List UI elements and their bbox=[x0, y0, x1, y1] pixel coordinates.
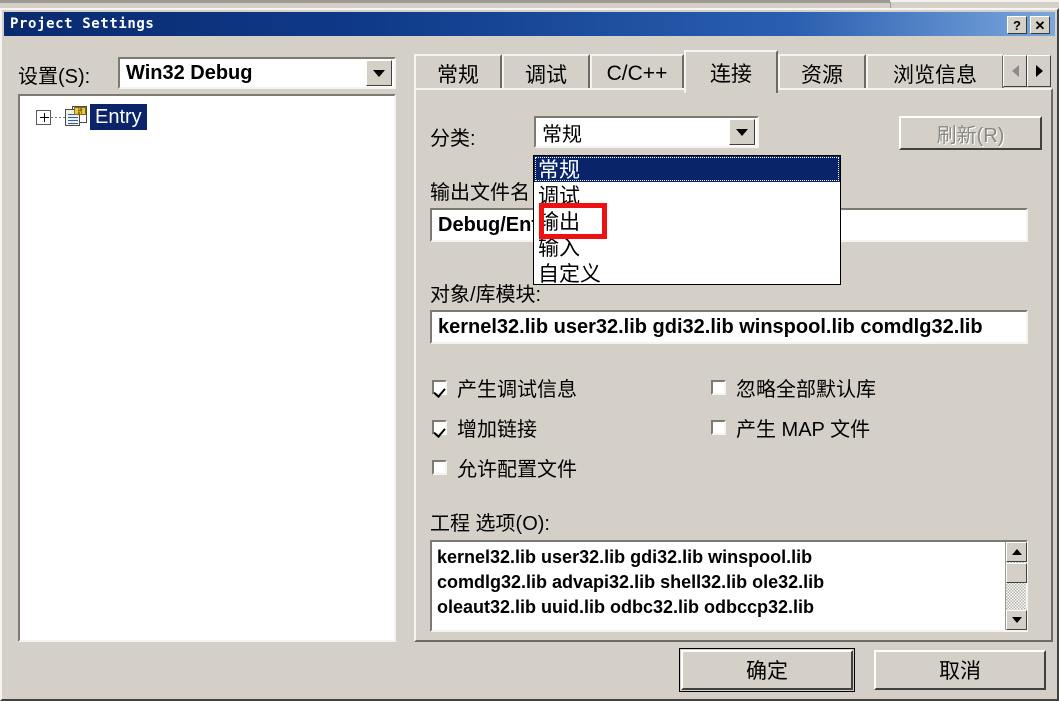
tree-item-entry[interactable]: 10 01 Entry bbox=[36, 104, 147, 130]
checkbox-box[interactable] bbox=[432, 460, 447, 475]
project-options-line: comdlg32.lib advapi32.lib shell32.lib ol… bbox=[437, 572, 825, 592]
cancel-button[interactable]: 取消 bbox=[874, 650, 1046, 690]
reset-button[interactable]: 刷新(R) bbox=[899, 116, 1042, 150]
titlebar[interactable]: Project Settings ? ✕ bbox=[4, 12, 1055, 36]
tab-cpp[interactable]: C/C++ bbox=[590, 54, 684, 91]
scrollbar-track[interactable] bbox=[1006, 583, 1026, 610]
project-document-icon: 10 01 bbox=[65, 106, 87, 128]
tab-debug[interactable]: 调试 bbox=[502, 54, 590, 91]
scrollbar-thumb[interactable] bbox=[1006, 563, 1027, 583]
tabstrip: 常规 调试 C/C++ 连接 资源 浏览信息 bbox=[414, 50, 1053, 93]
checkbox-generate-map-file[interactable]: 产生 MAP 文件 bbox=[711, 413, 870, 442]
category-dropdown-list[interactable]: 常规 调试 输出 输入 自定义 bbox=[533, 155, 841, 286]
checkbox-enable-profiling[interactable]: 允许配置文件 bbox=[432, 453, 577, 482]
scroll-left-icon bbox=[1011, 65, 1019, 77]
arrow-up-icon bbox=[1011, 549, 1022, 555]
tree-connector-line bbox=[51, 116, 65, 118]
tab-general[interactable]: 常规 bbox=[414, 54, 502, 91]
project-options-text: kernel32.lib user32.lib gdi32.lib winspo… bbox=[432, 542, 1005, 630]
project-options-line: kernel32.lib user32.lib gdi32.lib winspo… bbox=[437, 547, 813, 567]
tree-expand-plus-icon[interactable] bbox=[36, 109, 51, 125]
category-combobox[interactable]: 常规 bbox=[534, 116, 759, 148]
category-combobox-dropdown-button[interactable] bbox=[729, 119, 755, 145]
window-title: Project Settings bbox=[10, 16, 155, 32]
checkbox-box[interactable] bbox=[711, 420, 726, 435]
tab-resources[interactable]: 资源 bbox=[778, 54, 866, 91]
tab-scroll-buttons bbox=[1003, 55, 1051, 87]
project-options-label: 工程 选项(O): bbox=[430, 513, 550, 535]
chevron-down-icon bbox=[373, 69, 385, 77]
tab-scroll-left-button[interactable] bbox=[1003, 55, 1027, 87]
project-options-line: oleaut32.lib uuid.lib odbc32.lib odbccp3… bbox=[437, 597, 815, 617]
tab-scroll-right-button[interactable] bbox=[1027, 55, 1051, 87]
dropdown-option-debug[interactable]: 调试 bbox=[534, 182, 840, 208]
project-options-scrollbar[interactable] bbox=[1005, 542, 1027, 630]
help-icon[interactable]: ? bbox=[1007, 16, 1027, 34]
scrollbar-down-button[interactable] bbox=[1006, 610, 1027, 630]
background-divider bbox=[0, 0, 890, 3]
checkbox-label: 产生 MAP 文件 bbox=[736, 419, 871, 441]
checkbox-label: 产生调试信息 bbox=[457, 379, 577, 401]
checkbox-label: 增加链接 bbox=[457, 419, 537, 441]
tree-item-label: Entry bbox=[90, 104, 147, 130]
project-tree-pane[interactable]: 10 01 Entry bbox=[18, 94, 396, 642]
scrollbar-up-button[interactable] bbox=[1006, 542, 1027, 562]
project-settings-dialog: Project Settings ? ✕ 设置(S): Win32 Debug … bbox=[0, 8, 1059, 701]
category-combobox-value: 常规 bbox=[542, 123, 582, 146]
checkbox-box[interactable] bbox=[432, 380, 447, 395]
ok-button[interactable]: 确定 bbox=[679, 648, 855, 692]
checkbox-box[interactable] bbox=[711, 380, 726, 395]
dropdown-option-custom[interactable]: 自定义 bbox=[534, 260, 840, 286]
tab-link[interactable]: 连接 bbox=[684, 50, 778, 93]
checkbox-generate-debug-info[interactable]: 产生调试信息 bbox=[432, 373, 577, 402]
scroll-right-icon bbox=[1035, 65, 1043, 77]
settings-combobox-value: Win32 Debug bbox=[126, 61, 253, 84]
checkbox-label: 忽略全部默认库 bbox=[736, 379, 876, 401]
arrow-down-icon bbox=[1011, 617, 1022, 623]
checkbox-incremental-link[interactable]: 增加链接 bbox=[432, 413, 537, 442]
settings-combobox[interactable]: Win32 Debug bbox=[118, 57, 396, 89]
close-icon[interactable]: ✕ bbox=[1030, 16, 1050, 34]
tab-browse-info[interactable]: 浏览信息 bbox=[866, 54, 1004, 91]
settings-combobox-dropdown-button[interactable] bbox=[366, 60, 392, 86]
background-window-sliver bbox=[0, 0, 1059, 8]
settings-label: 设置(S): bbox=[18, 66, 91, 88]
dropdown-option-output[interactable]: 输出 bbox=[534, 208, 840, 234]
object-modules-input[interactable]: kernel32.lib user32.lib gdi32.lib winspo… bbox=[430, 310, 1028, 344]
output-filename-value: Debug/Ent bbox=[438, 213, 538, 236]
chevron-down-icon bbox=[736, 128, 748, 136]
object-modules-label: 对象/库模块: bbox=[430, 284, 542, 306]
output-filename-label: 输出文件名 bbox=[430, 182, 530, 204]
project-options-textarea[interactable]: kernel32.lib user32.lib gdi32.lib winspo… bbox=[430, 540, 1028, 632]
category-label: 分类: bbox=[430, 128, 476, 150]
dropdown-option-input[interactable]: 输入 bbox=[534, 234, 840, 260]
checkbox-box[interactable] bbox=[432, 420, 447, 435]
checkbox-ignore-all-default-libraries[interactable]: 忽略全部默认库 bbox=[711, 373, 876, 402]
checkbox-label: 允许配置文件 bbox=[457, 459, 577, 481]
dropdown-option-general[interactable]: 常规 bbox=[534, 156, 840, 182]
object-modules-value: kernel32.lib user32.lib gdi32.lib winspo… bbox=[438, 315, 983, 338]
